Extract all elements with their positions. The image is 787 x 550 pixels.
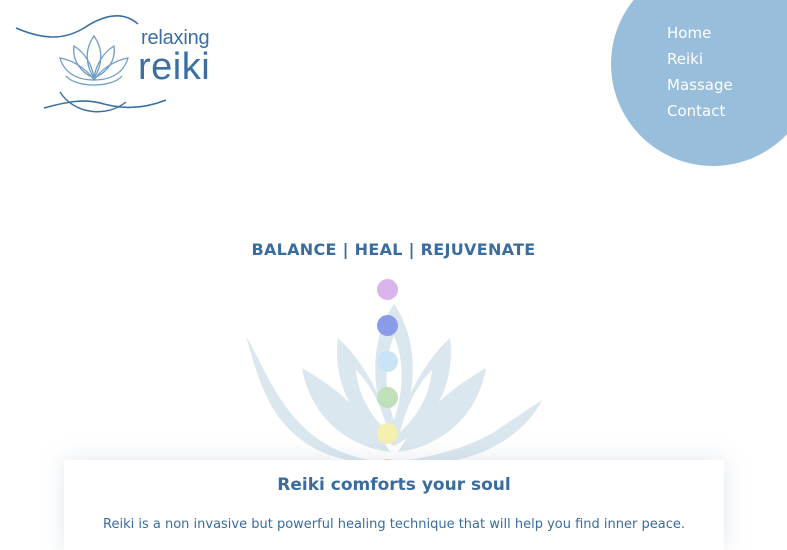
main-nav: Home Reiki Massage Contact [667,22,733,126]
chakra-dot [377,279,398,300]
nav-item-contact[interactable]: Contact [667,100,733,126]
chakra-dot [377,423,398,444]
nav-item-massage[interactable]: Massage [667,74,733,100]
nav-item-reiki[interactable]: Reiki [667,48,733,74]
nav-item-home[interactable]: Home [667,22,733,48]
chakra-dot [377,387,398,408]
site-logo[interactable]: relaxing reiki [14,6,220,120]
card-text: Reiki is a non invasive but powerful hea… [103,517,685,532]
hero-tagline: BALANCE | HEAL | REJUVENATE [251,240,536,259]
card-title: Reiki comforts your soul [277,475,511,495]
logo-text-reiki: reiki [138,46,211,88]
chakra-dot [377,351,398,372]
chakra-dot [377,315,398,336]
intro-card: Reiki comforts your soul Reiki is a non … [64,460,724,550]
